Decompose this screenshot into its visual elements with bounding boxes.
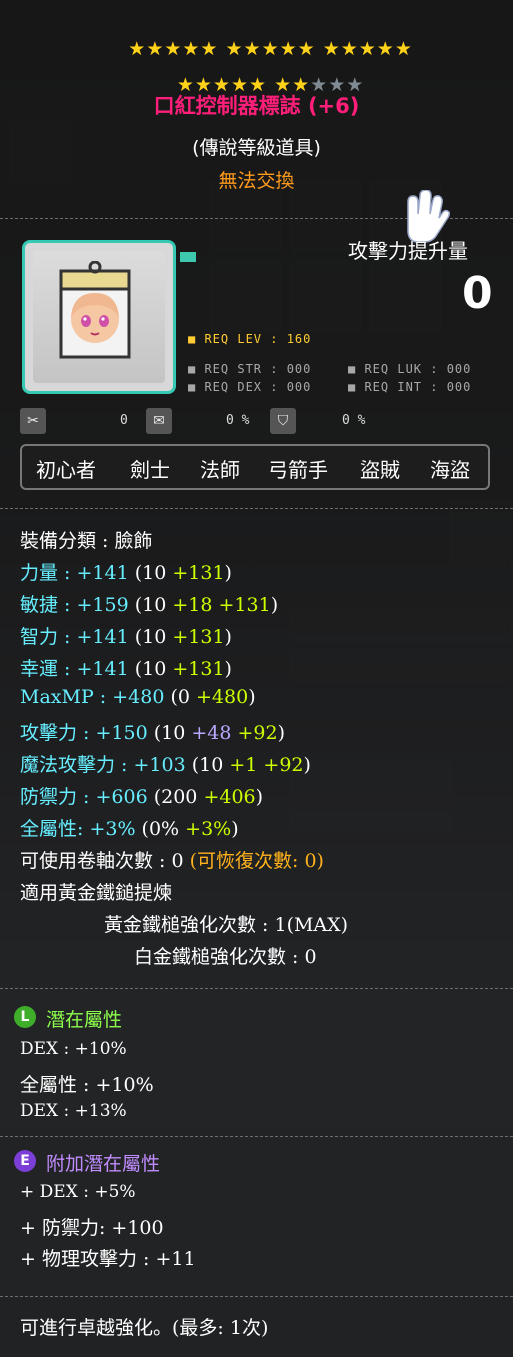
divider bbox=[0, 1296, 513, 1297]
trade-status: 無法交換 bbox=[218, 170, 295, 192]
scissors-icon: ✂ bbox=[20, 408, 46, 434]
mini-count: 0 bbox=[120, 413, 128, 428]
potential-line-3: DEX : +13% bbox=[20, 1101, 127, 1121]
stat-magic-attack: 魔法攻擊力 : +103 (10 +1 +92) bbox=[20, 754, 311, 776]
job-pirate: 海盜 bbox=[430, 458, 470, 482]
req-dex: ■ REQ DEX : 000 bbox=[188, 380, 312, 394]
legendary-potential-icon: L bbox=[14, 1006, 36, 1028]
mini-percent-b: 0 % bbox=[342, 413, 366, 428]
req-str: ■ REQ STR : 000 bbox=[188, 362, 312, 376]
additional-potential-line-3: + 物理攻擊力 : +11 bbox=[20, 1248, 196, 1270]
stat-defense: 防禦力 : +606 (200 +406) bbox=[20, 786, 264, 808]
req-int: ■ REQ INT : 000 bbox=[348, 380, 472, 394]
potential-line-2: 全屬性 : +10% bbox=[20, 1074, 154, 1096]
divider bbox=[0, 1136, 513, 1137]
req-level: ■ REQ LEV : 160 bbox=[188, 332, 312, 346]
item-tooltip: ★★★★★ ★★★★★ ★★★★★ ★★★★★ ★★★★★ 口紅控制器標誌 (+… bbox=[0, 0, 513, 1357]
divider bbox=[0, 508, 513, 509]
epic-additional-potential-icon: E bbox=[14, 1150, 36, 1172]
attack-increase-label: 攻擊力提升量 bbox=[348, 239, 468, 263]
job-archer: 弓箭手 bbox=[268, 458, 328, 482]
attack-increase-value: 0 bbox=[462, 268, 493, 319]
scroll-slots: 可使用卷軸次數 : 0 (可恢復次數: 0) bbox=[20, 850, 324, 872]
job-warrior: 劍士 bbox=[130, 458, 170, 482]
stat-luk: 幸運 : +141 (10 +131) bbox=[20, 658, 232, 680]
mini-percent-a: 0 % bbox=[226, 413, 250, 428]
job-magician: 法師 bbox=[200, 458, 240, 482]
stat-attack: 攻擊力 : +150 (10 +48 +92) bbox=[20, 722, 286, 744]
mailbox-icon: ✉ bbox=[146, 408, 172, 434]
potential-title: 潛在屬性 bbox=[46, 1009, 123, 1031]
additional-potential-line-1: + DEX : +5% bbox=[20, 1182, 136, 1202]
golden-hammer-note: 適用黃金鐵鎚提煉 bbox=[20, 882, 173, 904]
item-grade: (傳說等級道具) bbox=[192, 137, 321, 159]
platinum-hammer-count: 白金鐵槌強化次數 : 0 bbox=[134, 946, 317, 968]
req-luk: ■ REQ LUK : 000 bbox=[348, 362, 472, 376]
stat-int: 智力 : +141 (10 +131) bbox=[20, 626, 232, 648]
divider bbox=[0, 988, 513, 989]
stat-all: 全屬性: +3% (0% +3%) bbox=[20, 818, 239, 840]
job-thief: 盜賊 bbox=[360, 458, 400, 482]
item-icon-frame bbox=[22, 240, 176, 394]
additional-potential-title: 附加潛在屬性 bbox=[46, 1153, 161, 1175]
job-requirements: 初心者 劍士 法師 弓箭手 盜賊 海盜 bbox=[20, 444, 490, 490]
lipstick-controller-emblem-icon bbox=[59, 261, 131, 359]
stat-dex: 敏捷 : +159 (10 +18 +131) bbox=[20, 594, 279, 616]
stat-str: 力量 : +141 (10 +131) bbox=[20, 562, 232, 584]
flag-marker bbox=[180, 252, 196, 262]
golden-hammer-count: 黃金鐵槌強化次數 : 1(MAX) bbox=[104, 914, 349, 936]
exceptional-enhancement-note: 可進行卓越強化。(最多: 1次) bbox=[20, 1317, 269, 1339]
item-title: 口紅控制器標誌 (+6) bbox=[153, 94, 360, 118]
potential-line-1: DEX : +10% bbox=[20, 1039, 127, 1059]
equip-category: 裝備分類 : 臉飾 bbox=[20, 530, 153, 552]
job-beginner: 初心者 bbox=[36, 458, 96, 482]
stat-maxmp: MaxMP : +480 (0 +480) bbox=[20, 686, 256, 708]
shield-icon: ⛉ bbox=[270, 408, 296, 434]
additional-potential-line-2: + 防禦力: +100 bbox=[20, 1217, 164, 1239]
